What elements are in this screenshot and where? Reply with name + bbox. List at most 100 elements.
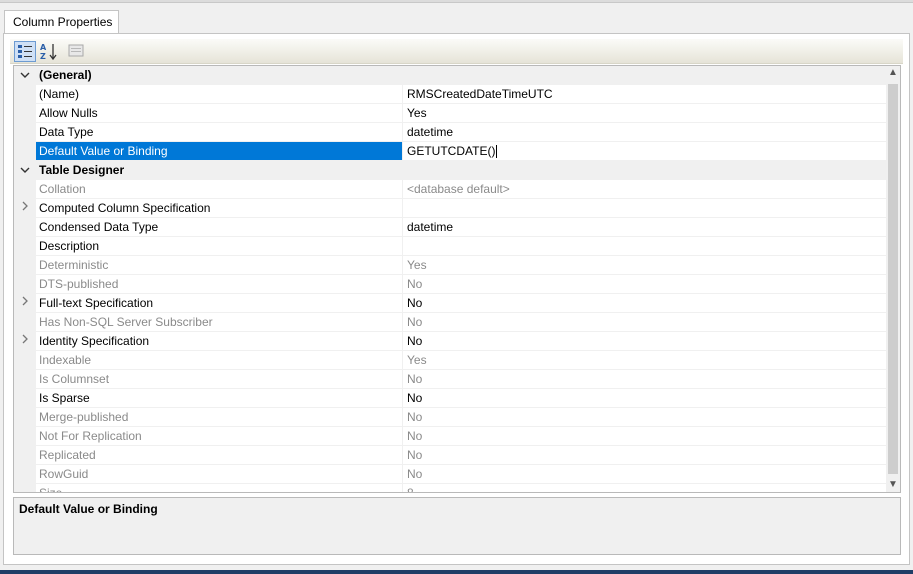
property-row[interactable]: Not For Replication No bbox=[14, 427, 886, 446]
property-value[interactable]: Yes bbox=[403, 351, 886, 370]
property-name[interactable]: (Name) bbox=[36, 85, 403, 104]
property-name[interactable]: Data Type bbox=[36, 123, 403, 142]
property-value-text: No bbox=[407, 467, 423, 481]
scroll-down-icon[interactable]: ▼ bbox=[886, 478, 900, 492]
property-grid[interactable]: (General) (Name) RMSCreatedDateTimeUTC Allo… bbox=[13, 65, 901, 493]
property-value[interactable]: datetime bbox=[403, 218, 886, 237]
property-row[interactable]: Replicated No bbox=[14, 446, 886, 465]
property-value[interactable] bbox=[403, 237, 886, 256]
property-row[interactable]: DTS-published No bbox=[14, 275, 886, 294]
property-name[interactable]: DTS-published bbox=[36, 275, 403, 294]
property-name[interactable]: Description bbox=[36, 237, 403, 256]
property-name[interactable]: Size bbox=[36, 484, 403, 492]
property-row[interactable]: Indexable Yes bbox=[14, 351, 886, 370]
property-value-text: 8 bbox=[407, 486, 414, 493]
property-row[interactable]: Size 8 bbox=[14, 484, 886, 493]
property-row[interactable]: Data Type datetime bbox=[14, 123, 886, 142]
row-gutter bbox=[14, 85, 36, 104]
scroll-thumb[interactable] bbox=[888, 84, 898, 474]
collapse-chevron-icon[interactable] bbox=[14, 66, 36, 85]
tab-column-properties[interactable]: Column Properties bbox=[4, 10, 119, 34]
expand-chevron-icon[interactable] bbox=[14, 199, 36, 218]
row-gutter bbox=[14, 370, 36, 389]
property-value[interactable]: No bbox=[403, 275, 886, 294]
description-pane: Default Value or Binding bbox=[13, 497, 901, 555]
property-value[interactable]: No bbox=[403, 370, 886, 389]
property-name[interactable]: Identity Specification bbox=[36, 332, 403, 351]
row-gutter bbox=[14, 237, 36, 256]
property-name[interactable]: Replicated bbox=[36, 446, 403, 465]
property-value[interactable]: No bbox=[403, 294, 886, 313]
categorized-button[interactable] bbox=[14, 41, 36, 62]
expand-chevron-icon[interactable] bbox=[14, 294, 36, 313]
property-value-text: No bbox=[407, 334, 423, 348]
property-value-text: RMSCreatedDateTimeUTC bbox=[407, 87, 553, 101]
property-row[interactable]: Full-text Specification No bbox=[14, 294, 886, 313]
property-row[interactable]: Allow Nulls Yes bbox=[14, 104, 886, 123]
property-value-text: <database default> bbox=[407, 182, 510, 196]
row-gutter bbox=[14, 256, 36, 275]
property-row[interactable]: Condensed Data Type datetime bbox=[14, 218, 886, 237]
row-gutter bbox=[14, 218, 36, 237]
expand-chevron-icon[interactable] bbox=[14, 332, 36, 351]
property-row[interactable]: Deterministic Yes bbox=[14, 256, 886, 275]
property-name[interactable]: Not For Replication bbox=[36, 427, 403, 446]
property-name[interactable]: Indexable bbox=[36, 351, 403, 370]
property-value[interactable]: No bbox=[403, 389, 886, 408]
property-value[interactable]: No bbox=[403, 465, 886, 484]
categorized-icon bbox=[18, 45, 32, 58]
property-value[interactable]: No bbox=[403, 313, 886, 332]
property-value[interactable]: Yes bbox=[403, 256, 886, 275]
property-value[interactable]: No bbox=[403, 446, 886, 465]
property-name[interactable]: Collation bbox=[36, 180, 403, 199]
row-gutter bbox=[14, 427, 36, 446]
row-gutter bbox=[14, 180, 36, 199]
vertical-scrollbar[interactable]: ▲ ▼ bbox=[886, 66, 900, 492]
property-row[interactable]: Is Sparse No bbox=[14, 389, 886, 408]
property-value[interactable]: No bbox=[403, 427, 886, 446]
scroll-up-icon[interactable]: ▲ bbox=[886, 66, 900, 80]
property-value-text: datetime bbox=[407, 220, 454, 234]
property-value[interactable] bbox=[403, 199, 886, 218]
property-row[interactable]: Merge-published No bbox=[14, 408, 886, 427]
property-row[interactable]: Default Value or Binding GETUTCDATE() bbox=[14, 142, 886, 161]
property-name[interactable]: Is Columnset bbox=[36, 370, 403, 389]
property-name[interactable]: Is Sparse bbox=[36, 389, 403, 408]
property-name[interactable]: Has Non-SQL Server Subscriber bbox=[36, 313, 403, 332]
property-row[interactable]: Collation <database default> bbox=[14, 180, 886, 199]
property-name[interactable]: RowGuid bbox=[36, 465, 403, 484]
row-gutter bbox=[14, 275, 36, 294]
property-row[interactable]: RowGuid No bbox=[14, 465, 886, 484]
collapse-chevron-icon[interactable] bbox=[14, 161, 36, 180]
property-rows: (General) (Name) RMSCreatedDateTimeUTC Allo… bbox=[14, 66, 886, 493]
property-value-text: No bbox=[407, 277, 423, 291]
property-value[interactable]: No bbox=[403, 332, 886, 351]
property-name[interactable]: Allow Nulls bbox=[36, 104, 403, 123]
property-name[interactable]: Merge-published bbox=[36, 408, 403, 427]
property-row[interactable]: Computed Column Specification bbox=[14, 199, 886, 218]
property-value[interactable]: 8 bbox=[403, 484, 886, 493]
property-row[interactable]: Has Non-SQL Server Subscriber No bbox=[14, 313, 886, 332]
property-row[interactable]: (Name) RMSCreatedDateTimeUTC bbox=[14, 85, 886, 104]
property-name[interactable]: Condensed Data Type bbox=[36, 218, 403, 237]
property-value[interactable]: datetime bbox=[403, 123, 886, 142]
property-value[interactable]: <database default> bbox=[403, 180, 886, 199]
property-value-text: No bbox=[407, 410, 423, 424]
alphabetical-button[interactable]: A Z bbox=[38, 41, 60, 62]
property-row[interactable]: Identity Specification No bbox=[14, 332, 886, 351]
property-value[interactable]: RMSCreatedDateTimeUTC bbox=[403, 85, 886, 104]
category-row[interactable]: Table Designer bbox=[14, 161, 886, 180]
category-row[interactable]: (General) bbox=[14, 66, 886, 85]
property-row[interactable]: Is Columnset No bbox=[14, 370, 886, 389]
property-pages-button[interactable] bbox=[66, 41, 88, 62]
row-gutter bbox=[14, 389, 36, 408]
property-name[interactable]: Deterministic bbox=[36, 256, 403, 275]
property-name[interactable]: Computed Column Specification bbox=[36, 199, 403, 218]
property-value-input[interactable]: GETUTCDATE() bbox=[403, 142, 886, 161]
property-value[interactable]: No bbox=[403, 408, 886, 427]
property-value[interactable]: Yes bbox=[403, 104, 886, 123]
property-row[interactable]: Description bbox=[14, 237, 886, 256]
row-gutter bbox=[14, 484, 36, 492]
property-name[interactable]: Default Value or Binding bbox=[36, 142, 403, 161]
property-name[interactable]: Full-text Specification bbox=[36, 294, 403, 313]
